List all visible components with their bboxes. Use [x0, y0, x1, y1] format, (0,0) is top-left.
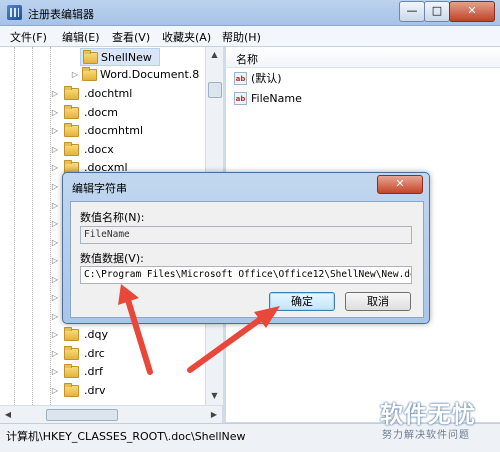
menu-help[interactable]: 帮助(H) [222, 29, 261, 45]
expand-arrow-icon[interactable]: ▷ [50, 308, 60, 326]
expand-arrow-icon[interactable]: ▷ [50, 178, 60, 196]
expand-arrow-icon[interactable]: ▷ [50, 345, 60, 363]
edit-string-dialog: 编辑字符串 ✕ 数值名称(N): FileName 数值数据(V): C:\Pr… [62, 172, 430, 324]
watermark-slogan: 努力解决软件问题 [382, 430, 470, 441]
ok-button[interactable]: 确定 [269, 292, 335, 311]
expand-arrow-icon[interactable]: ▷ [50, 271, 60, 289]
column-header-name[interactable]: 名称 [226, 47, 500, 68]
value-data-input[interactable]: C:\Program Files\Microsoft Office\Office… [80, 266, 412, 284]
tree-item-shellnew[interactable]: ShellNew [80, 48, 160, 66]
scroll-down-arrow-icon[interactable]: ▼ [206, 388, 223, 404]
minimize-button[interactable]: — [399, 1, 425, 22]
value-row-filename[interactable]: ab FileName [234, 90, 434, 108]
watermark-logo-text: 软件无忧 [380, 402, 476, 428]
expand-arrow-icon[interactable]: ▷ [50, 197, 60, 215]
site-watermark: 软件无忧 努力解决软件问题 [378, 393, 500, 451]
tree-item-docmhtml[interactable]: ▷ .docmhtml [50, 122, 200, 140]
expand-arrow-icon[interactable]: ▷ [50, 326, 60, 344]
tree-horizontal-scrollbar[interactable]: ◀ ▶ [0, 405, 222, 423]
tree-guide-line [32, 47, 33, 405]
expand-arrow-icon[interactable]: ▷ [50, 363, 60, 381]
menu-favorites[interactable]: 收藏夹(A) [162, 29, 211, 45]
folder-icon [64, 383, 79, 397]
folder-icon [64, 123, 79, 137]
expand-arrow-icon[interactable]: ▷ [50, 252, 60, 270]
scroll-thumb[interactable] [46, 409, 118, 421]
value-data-label: 数值数据(V): [80, 252, 144, 265]
expand-arrow-icon[interactable]: ▷ [50, 122, 60, 140]
expand-arrow-icon[interactable]: ▷ [50, 234, 60, 252]
regedit-app-icon [7, 5, 22, 20]
expand-arrow-icon[interactable]: ▷ [50, 289, 60, 307]
ab-string-icon: ab [234, 92, 247, 105]
ab-string-icon: ab [234, 72, 247, 85]
tree-item-drf[interactable]: ▷ .drf [50, 363, 200, 381]
dialog-close-button[interactable]: ✕ [377, 175, 423, 194]
folder-icon [64, 327, 79, 341]
menu-file[interactable]: 文件(F) [10, 29, 47, 45]
scroll-up-arrow-icon[interactable]: ▲ [206, 47, 223, 63]
scroll-thumb[interactable] [208, 82, 222, 98]
status-key-path: 计算机\HKEY_CLASSES_ROOT\.doc\ShellNew [6, 430, 246, 443]
tree-item-label: ShellNew [101, 51, 152, 64]
dialog-body: 数值名称(N): FileName 数值数据(V): C:\Program Fi… [70, 201, 424, 318]
expand-arrow-icon[interactable]: ▷ [50, 215, 60, 233]
menu-edit[interactable]: 编辑(E) [62, 29, 100, 45]
expand-arrow-icon[interactable]: ▷ [50, 141, 60, 159]
scroll-left-arrow-icon[interactable]: ◀ [0, 406, 16, 423]
folder-icon [64, 364, 79, 378]
tree-guide-line [14, 47, 15, 405]
folder-icon [82, 67, 97, 81]
cancel-button[interactable]: 取消 [345, 292, 411, 311]
folder-icon [64, 86, 79, 100]
value-row-default[interactable]: ab (默认) [234, 70, 434, 88]
value-name-field: FileName [80, 226, 412, 244]
expand-arrow-icon[interactable]: ▷ [70, 66, 80, 84]
tree-item-drv[interactable]: ▷ .drv [50, 382, 200, 400]
folder-open-icon [83, 50, 98, 64]
tree-item-dqy[interactable]: ▷ .dqy [50, 326, 200, 344]
tree-item-docx[interactable]: ▷ .docx [50, 141, 200, 159]
maximize-button[interactable]: □ [424, 1, 450, 22]
folder-icon [64, 346, 79, 360]
folder-icon [64, 142, 79, 156]
menu-bar: 文件(F) 编辑(E) 查看(V) 收藏夹(A) 帮助(H) [0, 26, 500, 47]
folder-icon [64, 105, 79, 119]
expand-arrow-icon[interactable]: ▷ [50, 104, 60, 122]
value-name-label: 数值名称(N): [80, 211, 145, 224]
tree-item-docm[interactable]: ▷ .docm [50, 104, 200, 122]
dialog-title: 编辑字符串 [72, 182, 127, 195]
expand-arrow-icon[interactable]: ▷ [50, 382, 60, 400]
scroll-right-arrow-icon[interactable]: ▶ [206, 406, 222, 423]
close-window-button[interactable]: ✕ [449, 1, 495, 22]
expand-arrow-icon[interactable]: ▷ [50, 159, 60, 177]
tree-item-word-document-8[interactable]: ▷ Word.Document.8 [70, 66, 210, 84]
tree-item-drc[interactable]: ▷ .drc [50, 345, 200, 363]
menu-view[interactable]: 查看(V) [112, 29, 150, 45]
window-title-bar: 注册表编辑器 — □ ✕ [0, 0, 500, 26]
window-title: 注册表编辑器 [28, 8, 94, 21]
expand-arrow-icon[interactable]: ▷ [50, 85, 60, 103]
tree-item-dochtml[interactable]: ▷ .dochtml [50, 85, 200, 103]
